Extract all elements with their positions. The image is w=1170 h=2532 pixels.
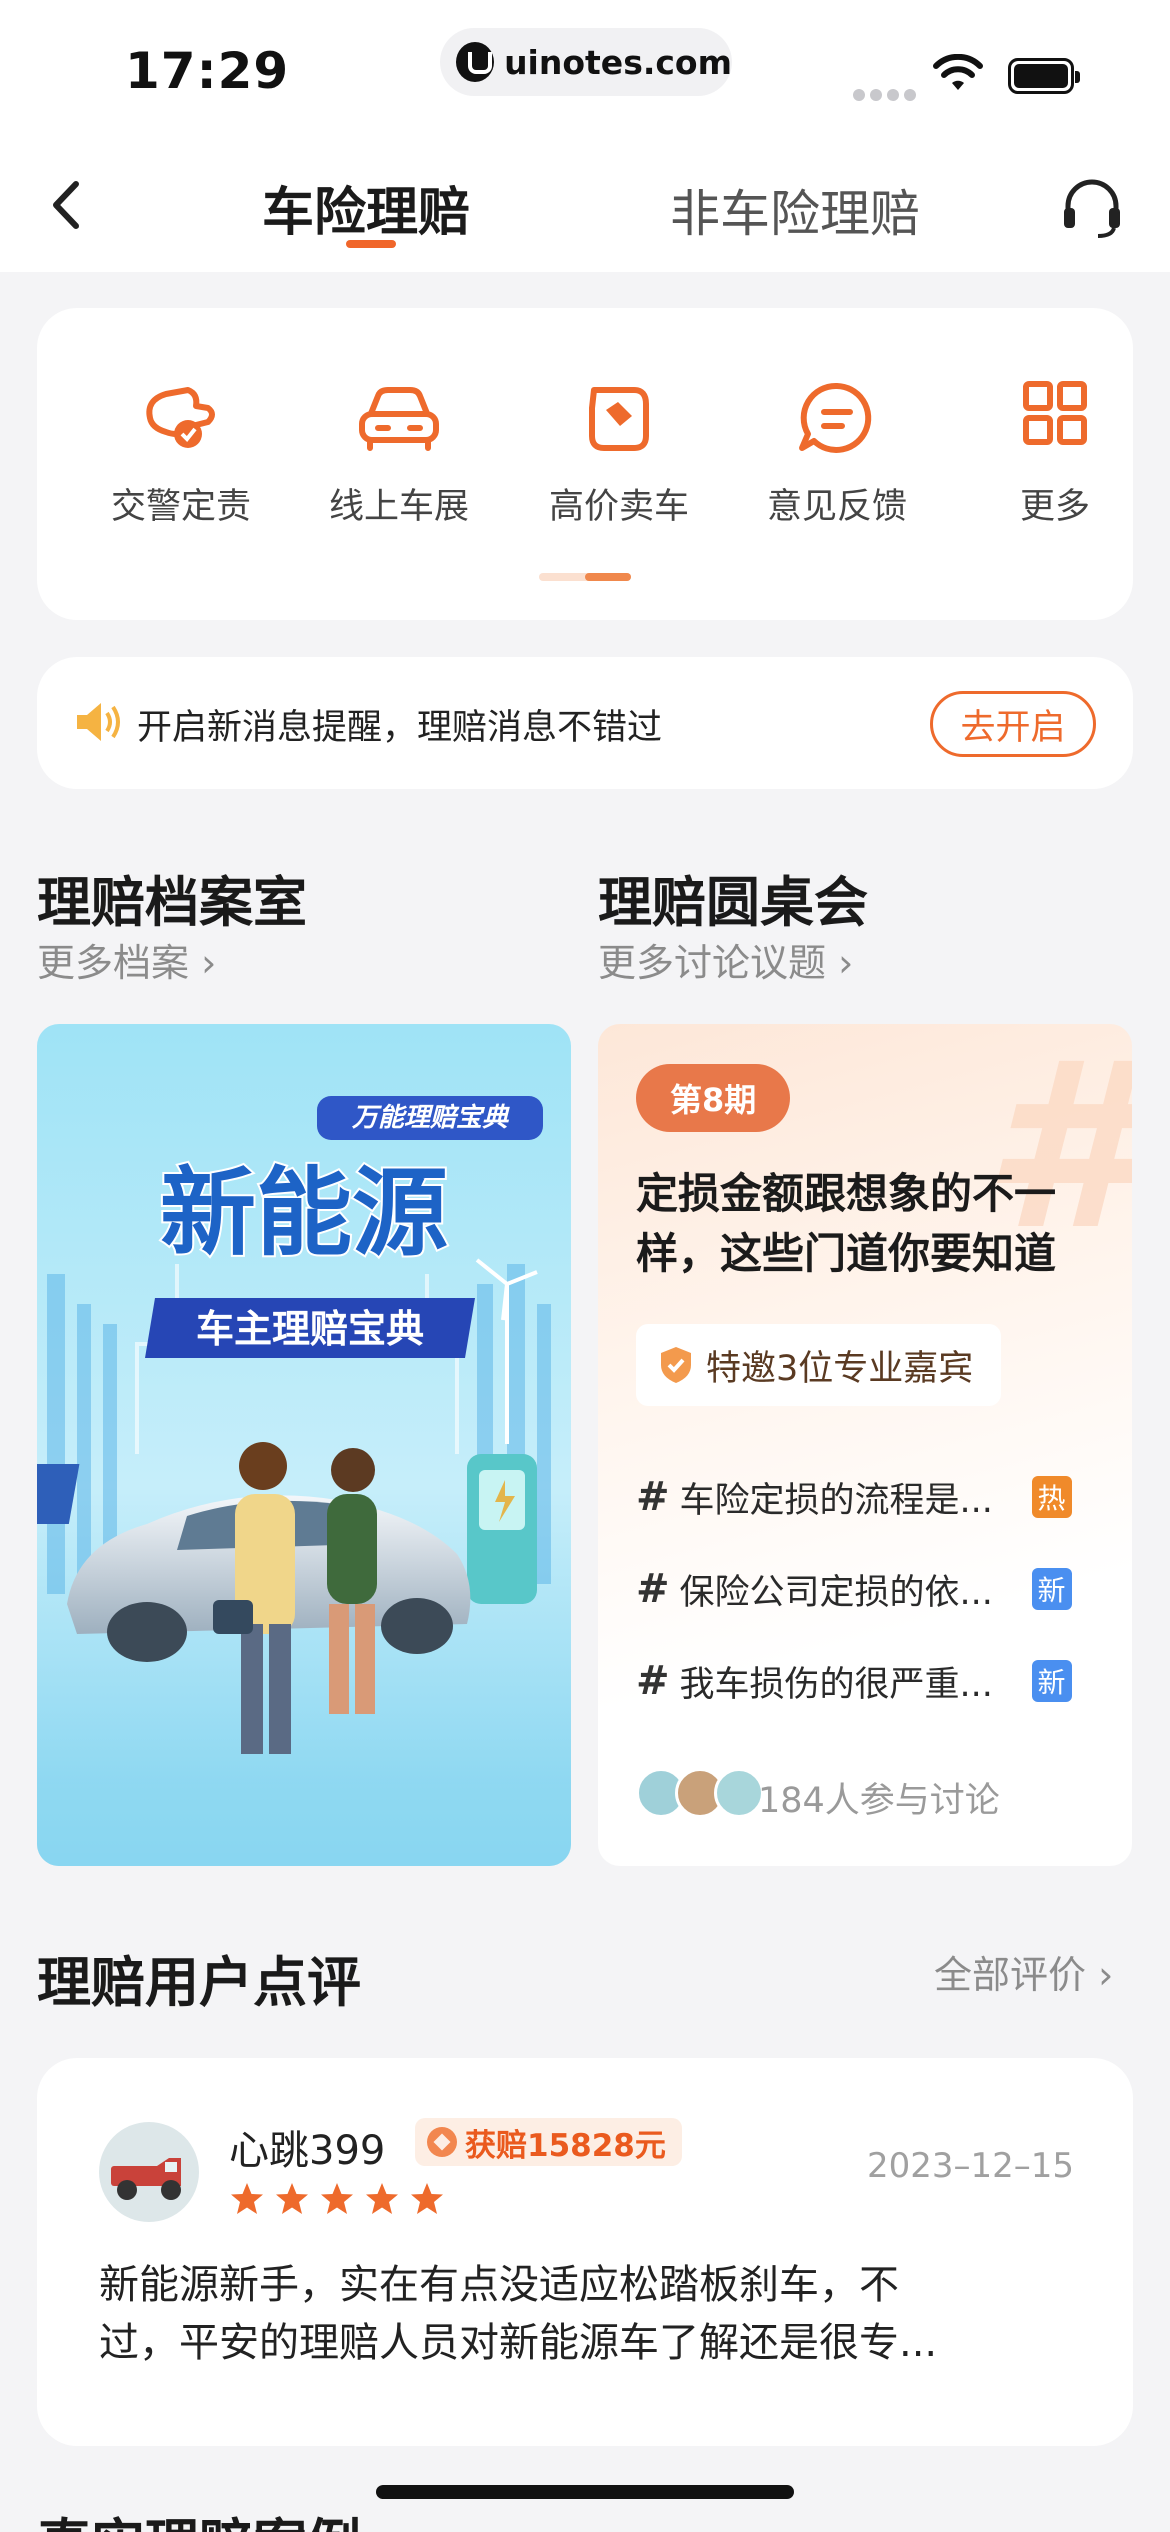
topic-text: 我车损伤的很严重... [679,1664,993,1705]
quick-label: 线上车展 [328,487,469,527]
price-tag-icon [589,387,649,451]
all-reviews-link[interactable]: 全部评价 › [934,1944,1113,1999]
roundtable-more-label: 更多讨论议题 [598,941,827,985]
ev-illustration: 万能理赔宝典 新能源 车主理赔宝典 [37,1024,571,1866]
banner-subtitle: 车主理赔宝典 [196,1307,424,1351]
banner-headline: 新能源 [160,1157,448,1269]
rating-stars [229,2182,449,2220]
participant-avatars [636,1768,765,1822]
star-icon [321,2183,354,2214]
quick-police-liability[interactable]: 交警定责 [81,378,281,529]
star-icon [366,2183,399,2214]
quick-online-auto-show[interactable]: 线上车展 [299,378,499,529]
quick-label: 交警定责 [110,487,251,527]
tab-active-indicator [346,240,396,248]
archive-more-label: 更多档案 [37,941,190,985]
topic-text: 车险定损的流程是... [679,1480,993,1521]
battery-icon [1008,58,1080,94]
cases-section-title: 真实理赔案例 [37,2500,361,2532]
star-icon [411,2183,444,2214]
review-date: 2023–12–15 [867,2146,1075,2186]
avatar [714,1768,765,1818]
tab-car-claims[interactable]: 车险理赔 [262,170,470,245]
chevron-right-icon: › [826,941,854,985]
participant-count: 184人参与讨论 [758,1781,1000,1821]
truck-avatar-icon [111,2158,181,2200]
quick-label: 更多 [1019,487,1090,527]
review-text-line: 过，平安的理赔人员对新能源车了解还是很专... [99,2320,938,2366]
customer-service-icon[interactable] [1058,174,1126,242]
quick-label: 意见反馈 [766,487,907,527]
hashtag-icon: # [636,1474,670,1520]
quick-label: 高价卖车 [548,487,689,527]
hashtag-icon: # [636,1658,670,1704]
wifi-icon [933,54,983,90]
review-text-line: 新能源新手，实在有点没适应松踏板刹车，不 [99,2262,899,2308]
chevron-right-icon: › [189,941,217,985]
home-indicator[interactable] [376,2485,794,2499]
roundtable-card[interactable]: # 第8期 定损金额跟想象的不一样，这些门道你要知道 特邀3位专业嘉宾 # 车险… [598,1024,1132,1866]
archive-banner[interactable]: 万能理赔宝典 新能源 车主理赔宝典 [37,1024,571,1866]
quick-sell-car[interactable]: 高价卖车 [519,378,719,529]
guest-text: 特邀3位专业嘉宾 [706,1348,974,1389]
signal-icon [853,86,921,105]
notice-text: 开启新消息提醒，理赔消息不错过 [137,708,663,748]
quick-actions-card: 交警定责 线上车展 高价卖车 意见反馈 更多 [37,308,1133,620]
topic-item[interactable]: # 车险定损的流程是... 热 [636,1472,1106,1522]
coin-icon [427,2127,457,2157]
guest-badge: 特邀3位专业嘉宾 [636,1324,1002,1406]
car-icon [359,387,439,451]
quick-more[interactable]: 更多 [955,378,1155,529]
reviews-title: 理赔用户点评 [37,1951,361,2014]
review-text: 新能源新手，实在有点没适应松踏板刹车，不 过，平安的理赔人员对新能源车了解还是很… [99,2256,1079,2372]
star-icon [231,2183,263,2214]
hashtag-icon: # [636,1566,670,1612]
speaker-icon [77,703,120,741]
avatar [99,2122,199,2222]
quick-feedback[interactable]: 意见反馈 [737,378,937,529]
chevron-right-icon: › [1086,1953,1114,1997]
new-tag: 新 [1031,1660,1072,1702]
roundtable-title: 理赔圆桌会 [598,871,868,934]
star-icon [276,2183,309,2214]
roundtable-more-link[interactable]: 更多讨论议题 › [598,932,853,987]
shield-icon [661,1347,691,1383]
review-card[interactable]: 心跳399 获赔15828元 2023–12–15 新能源新手，实在有点没适应松… [37,2058,1133,2446]
status-bar: 17:29 uinotes.com [0,0,1170,140]
archive-more-link[interactable]: 更多档案 › [37,932,216,987]
roundtable-topic-title: 定损金额跟想象的不一样，这些门道你要知道 [636,1169,1057,1278]
grid-icon [1023,381,1087,445]
notification-banner: 开启新消息提醒，理赔消息不错过 去开启 [37,657,1133,789]
payout-badge: 获赔15828元 [415,2118,682,2166]
status-time: 17:29 [125,42,290,100]
archive-title: 理赔档案室 [37,871,307,934]
back-icon[interactable] [40,170,100,240]
enable-notification-button[interactable]: 去开启 [930,691,1096,757]
url-text: uinotes.com [504,42,732,82]
review-username: 心跳399 [229,2128,386,2174]
page-indicator [539,573,631,581]
police-icon [146,387,215,448]
feedback-icon [799,382,872,453]
tab-non-car-claims[interactable]: 非车险理赔 [670,174,920,246]
top-nav: 车险理赔 非车险理赔 [0,140,1170,272]
topic-item[interactable]: # 我车损伤的很严重... 新 [636,1656,1106,1706]
payout-text: 获赔15828元 [465,2127,666,2164]
topic-item[interactable]: # 保险公司定损的依... 新 [636,1564,1106,1614]
issue-badge: 第8期 [636,1064,791,1132]
new-tag: 新 [1031,1568,1072,1610]
site-icon [456,42,495,82]
url-pill[interactable]: uinotes.com [440,28,732,96]
hot-tag: 热 [1031,1476,1072,1518]
all-reviews-label: 全部评价 [934,1953,1087,1997]
banner-badge-text: 万能理赔宝典 [351,1102,510,1132]
topic-text: 保险公司定损的依... [679,1572,993,1613]
